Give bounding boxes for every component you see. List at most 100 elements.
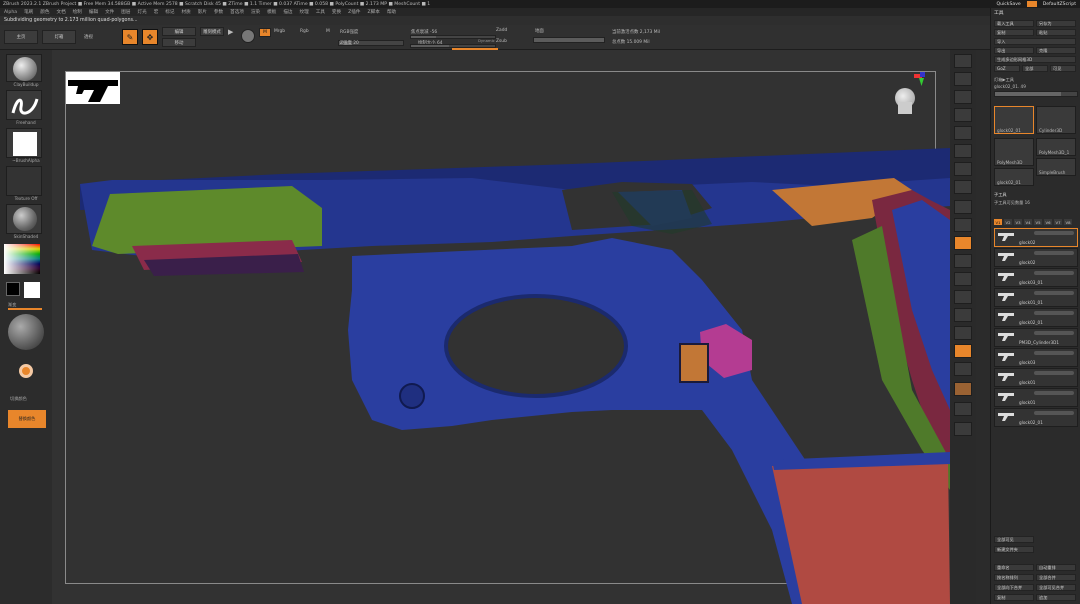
- subtool-row[interactable]: glock02_01: [994, 308, 1078, 327]
- menu-toggle-icon[interactable]: [1026, 1, 1037, 7]
- menu-item[interactable]: Z脚本: [367, 9, 379, 15]
- tool-tile[interactable]: Cylinder3D: [1036, 106, 1076, 134]
- clone-button[interactable]: 克隆: [1036, 47, 1076, 54]
- subtool-visibility-toggle[interactable]: [1034, 251, 1074, 255]
- rgb-intensity-slider[interactable]: [533, 37, 605, 43]
- visible-button[interactable]: 可见: [1050, 65, 1076, 72]
- move-mode-icon[interactable]: ✥: [142, 29, 158, 45]
- visibility-tab[interactable]: V6: [1044, 219, 1052, 225]
- subtool-visibility-toggle[interactable]: [1034, 231, 1074, 235]
- menu-item[interactable]: 绘制: [73, 9, 82, 15]
- subtool-action-button[interactable]: 自动重排: [1036, 564, 1076, 571]
- subtool-row[interactable]: glock01: [994, 368, 1078, 387]
- menu-item[interactable]: 描边: [283, 9, 292, 15]
- axis-gizmo[interactable]: [914, 72, 928, 86]
- zsub-button[interactable]: Zsub: [496, 39, 507, 44]
- sphere-icon[interactable]: [241, 29, 255, 43]
- visibility-tab[interactable]: V4: [1024, 219, 1032, 225]
- subtool-visibility-toggle[interactable]: [1034, 291, 1074, 295]
- view-tool-icon[interactable]: [954, 108, 972, 122]
- subtool-action-button[interactable]: 全部合并: [1036, 574, 1076, 581]
- quicksave-button[interactable]: QuickSave: [996, 2, 1020, 7]
- home-button[interactable]: 主页: [4, 30, 38, 44]
- tool-tile[interactable]: glock02_01: [994, 168, 1034, 186]
- subtool-row[interactable]: glock03_01: [994, 268, 1078, 287]
- dynamic-button[interactable]: Dynamic: [478, 38, 495, 43]
- view-tool-icon[interactable]: [954, 254, 972, 268]
- lightbox-button[interactable]: 灯箱: [42, 30, 76, 44]
- view-tool-icon[interactable]: [954, 362, 972, 376]
- edit-button[interactable]: 编辑: [162, 27, 196, 36]
- menu-item[interactable]: 参数: [214, 9, 223, 15]
- load-tool-button[interactable]: 载入工具: [994, 20, 1034, 27]
- tool-slider[interactable]: [994, 91, 1078, 97]
- subtool-action-button[interactable]: 复制: [994, 594, 1034, 601]
- copy-button[interactable]: 复制: [994, 29, 1034, 36]
- subtool-visibility-toggle[interactable]: [1034, 411, 1074, 415]
- material-thumbnail[interactable]: [6, 204, 42, 234]
- import-button[interactable]: 导入: [994, 38, 1076, 45]
- visibility-tab[interactable]: V5: [1034, 219, 1042, 225]
- alpha-thumbnail[interactable]: [6, 128, 42, 158]
- view-tool-icon[interactable]: [954, 402, 972, 416]
- play-icon[interactable]: ▶: [228, 28, 233, 36]
- menu-item[interactable]: 宏: [154, 9, 159, 15]
- menu-item[interactable]: 影片: [198, 9, 207, 15]
- paste-button[interactable]: 粘贴: [1036, 29, 1076, 36]
- subtool-action-button[interactable]: 按名称排列: [994, 574, 1034, 581]
- subtool-row[interactable]: glock02: [994, 248, 1078, 267]
- view-tool-icon[interactable]: [954, 344, 972, 358]
- visibility-tab[interactable]: V1: [994, 219, 1002, 225]
- view-tool-icon[interactable]: [954, 236, 972, 250]
- visibility-tab[interactable]: V3: [1014, 219, 1022, 225]
- menu-item[interactable]: 编辑: [89, 9, 98, 15]
- subtool-action-button[interactable]: 全部可见: [994, 536, 1034, 543]
- subtool-action-button[interactable]: 全部可见合并: [1036, 584, 1076, 591]
- menu-item[interactable]: 笔刷: [24, 9, 33, 15]
- dot-marker-icon[interactable]: [19, 364, 33, 378]
- view-tool-icon[interactable]: [954, 90, 972, 104]
- subtool-row[interactable]: PM3D_Cylinder3D1: [994, 328, 1078, 347]
- subtool-row[interactable]: glock02: [994, 228, 1078, 247]
- all-button[interactable]: 全部: [1022, 65, 1048, 72]
- view-tool-icon[interactable]: [954, 144, 972, 158]
- alternate-color-button[interactable]: 替换颜色: [8, 410, 46, 428]
- menu-item[interactable]: 文件: [105, 9, 114, 15]
- sculpt-mode-button[interactable]: 雕刻模式: [200, 27, 224, 36]
- view-tool-icon[interactable]: [954, 218, 972, 232]
- subtool-row[interactable]: glock03: [994, 348, 1078, 367]
- brush-thumbnail[interactable]: [6, 54, 42, 82]
- navigation-head-icon[interactable]: [892, 88, 918, 118]
- tool-tile[interactable]: SimpleBrush: [1036, 158, 1076, 176]
- subtool-visibility-toggle[interactable]: [1034, 371, 1074, 375]
- view-tool-icon[interactable]: [954, 162, 972, 176]
- save-as-button[interactable]: 另存为: [1036, 20, 1076, 27]
- menu-item[interactable]: 首选项: [230, 9, 244, 15]
- view-tool-icon[interactable]: [954, 382, 972, 396]
- subtool-row[interactable]: glock01: [994, 388, 1078, 407]
- view-tool-icon[interactable]: [954, 422, 972, 436]
- menu-item[interactable]: 颜色: [40, 9, 49, 15]
- visibility-tab[interactable]: V8: [1064, 219, 1072, 225]
- menu-item[interactable]: Z插件: [348, 9, 360, 15]
- lightbox-tools-link[interactable]: 灯箱▶工具: [994, 77, 1014, 83]
- subtool-visibility-toggle[interactable]: [1034, 271, 1074, 275]
- color-picker[interactable]: [4, 244, 40, 274]
- gradient-bar[interactable]: [8, 308, 42, 310]
- subtool-action-button[interactable]: 追加: [1036, 594, 1076, 601]
- mrgb-button[interactable]: Mrgb: [274, 29, 285, 34]
- menu-item[interactable]: 模板: [267, 9, 276, 15]
- subtool-action-button[interactable]: 重命名: [994, 564, 1034, 571]
- texture-thumbnail[interactable]: [6, 166, 42, 196]
- make-polymesh-button[interactable]: 生成多边形网格3D: [994, 56, 1076, 63]
- view-tool-icon[interactable]: [954, 72, 972, 86]
- view-tool-icon[interactable]: [954, 54, 972, 68]
- matcap-sphere-icon[interactable]: [8, 314, 44, 350]
- menu-item[interactable]: 灯光: [137, 9, 146, 15]
- tool-tile[interactable]: PolyMesh3D_1: [1036, 138, 1076, 156]
- menu-item[interactable]: 材质: [182, 9, 191, 15]
- view-tool-icon[interactable]: [954, 180, 972, 194]
- menu-item[interactable]: 文档: [56, 9, 65, 15]
- view-tool-icon[interactable]: [954, 200, 972, 214]
- view-tool-icon[interactable]: [954, 308, 972, 322]
